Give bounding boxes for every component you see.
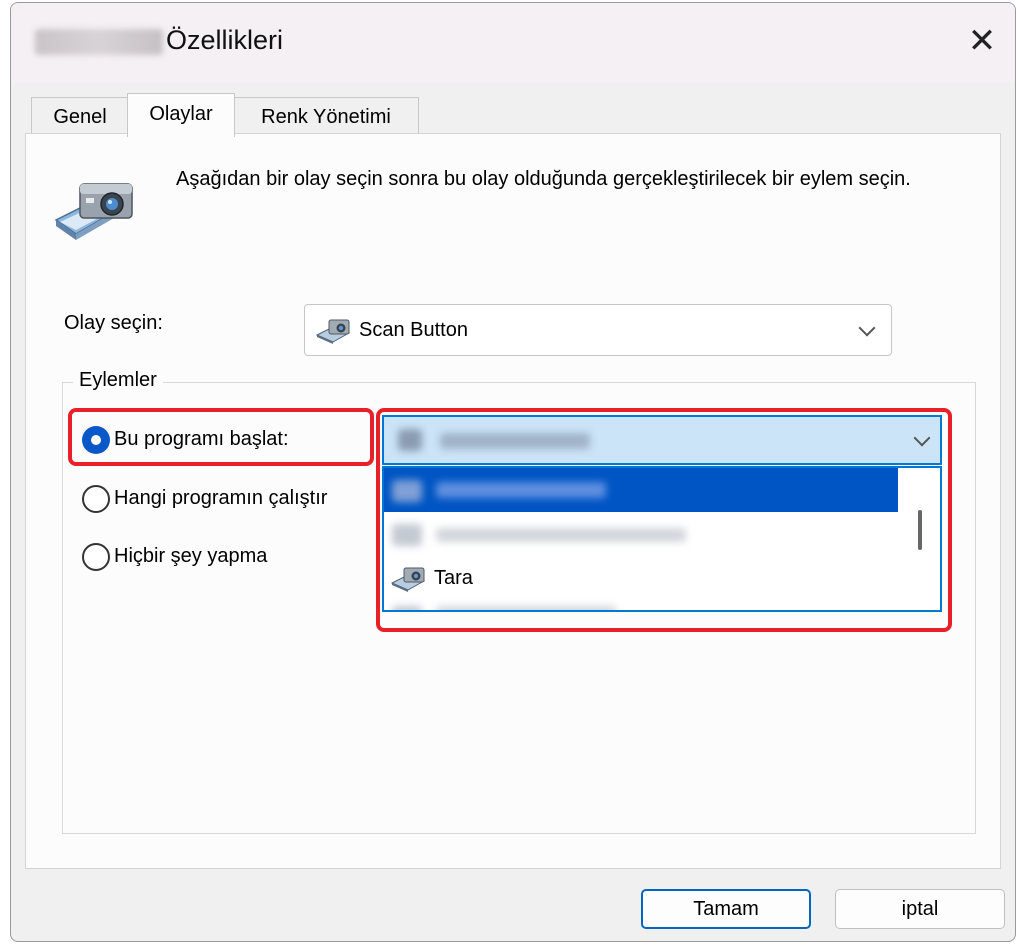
radio-prompt-program-label: Hangi programın çalıştır [114,487,328,509]
radio-unselected-indicator [82,485,110,513]
highlight-frame-radio [68,408,374,466]
radio-do-nothing[interactable]: Hiçbir şey yapma [82,540,362,576]
actions-group-title: Eylemler [73,369,163,392]
event-select[interactable]: Scan Button [304,304,892,356]
radio-unselected-indicator [82,543,110,571]
highlight-frame-dropdown [376,408,952,632]
properties-dialog: Özellikleri ✕ Genel Olaylar Renk Yönetim… [10,2,1016,942]
ok-button[interactable]: Tamam [641,889,811,929]
chevron-down-icon [858,319,876,337]
radio-prompt-program[interactable]: Hangi programın çalıştır [82,482,382,518]
scanner-camera-icon [54,183,133,240]
event-select-value: Scan Button [359,319,468,341]
cancel-button[interactable]: iptal [835,889,1005,929]
device-name-redacted [35,29,163,55]
events-description: Aşağıdan bir olay seçin sonra bu olay ol… [176,168,911,190]
events-tab-panel: Aşağıdan bir olay seçin sonra bu olay ol… [25,133,1001,869]
tab-events[interactable]: Olaylar [127,93,235,137]
scanner-icon [315,319,351,344]
radio-do-nothing-label: Hiçbir şey yapma [114,545,268,567]
event-select-label: Olay seçin: [64,312,163,334]
tab-color-management[interactable]: Renk Yönetimi [233,97,419,135]
title-bar: Özellikleri ✕ [11,3,1015,83]
dialog-title: Özellikleri [166,25,284,55]
tab-general[interactable]: Genel [31,97,129,135]
close-icon[interactable]: ✕ [965,21,999,61]
